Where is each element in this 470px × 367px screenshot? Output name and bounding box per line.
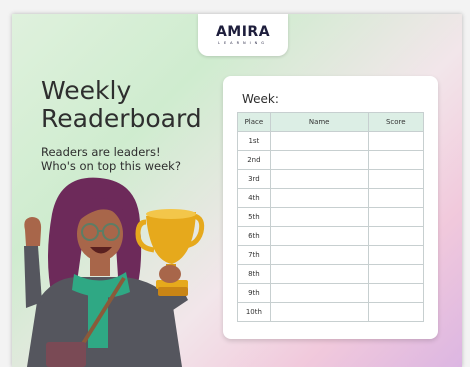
name-cell[interactable] <box>269 245 369 265</box>
score-cell[interactable] <box>367 302 425 322</box>
table-row: 6th <box>237 226 425 246</box>
name-cell[interactable] <box>269 207 369 227</box>
subtitle-line-2: Who's on top this week? <box>41 159 181 173</box>
score-cell[interactable] <box>367 264 425 284</box>
column-header-name: Name <box>269 112 369 132</box>
leaderboard-card: Week: Place Name Score 1st 2nd 3rd 4th 5… <box>223 76 438 339</box>
table-row: 3rd <box>237 169 425 189</box>
place-cell: 7th <box>237 245 271 265</box>
score-cell[interactable] <box>367 131 425 151</box>
place-cell: 6th <box>237 226 271 246</box>
table-row: 10th <box>237 302 425 322</box>
right-hand <box>159 265 181 283</box>
name-cell[interactable] <box>269 150 369 170</box>
score-cell[interactable] <box>367 207 425 227</box>
title-line-1: Weekly <box>41 76 132 105</box>
table-row: 7th <box>237 245 425 265</box>
page-title: Weekly Readerboard <box>41 77 202 133</box>
week-label: Week: <box>242 92 279 106</box>
left-arm <box>24 246 42 308</box>
title-line-2: Readerboard <box>41 104 202 133</box>
left-fist <box>24 217 42 246</box>
table-row: 4th <box>237 188 425 208</box>
score-cell[interactable] <box>367 245 425 265</box>
name-cell[interactable] <box>269 283 369 303</box>
bag <box>46 342 86 367</box>
name-cell[interactable] <box>269 169 369 189</box>
place-cell: 4th <box>237 188 271 208</box>
brand-logo: AMIRA LEARNING <box>198 14 288 56</box>
place-cell: 2nd <box>237 150 271 170</box>
place-cell: 10th <box>237 302 271 322</box>
page-subtitle: Readers are leaders! Who's on top this w… <box>41 145 181 173</box>
table-row: 8th <box>237 264 425 284</box>
name-cell[interactable] <box>269 302 369 322</box>
place-cell: 3rd <box>237 169 271 189</box>
score-cell[interactable] <box>367 283 425 303</box>
column-header-score: Score <box>367 112 425 132</box>
name-cell[interactable] <box>269 226 369 246</box>
table-row: 9th <box>237 283 425 303</box>
place-cell: 8th <box>237 264 271 284</box>
score-cell[interactable] <box>367 226 425 246</box>
name-cell[interactable] <box>269 131 369 151</box>
table-row: 1st <box>237 131 425 151</box>
place-cell: 5th <box>237 207 271 227</box>
score-cell[interactable] <box>367 150 425 170</box>
readerboard-page: AMIRA LEARNING Weekly Readerboard Reader… <box>12 14 462 367</box>
table-header-row: Place Name Score <box>237 112 425 132</box>
subtitle-line-1: Readers are leaders! <box>41 145 161 159</box>
place-cell: 9th <box>237 283 271 303</box>
table-row: 5th <box>237 207 425 227</box>
score-cell[interactable] <box>367 188 425 208</box>
column-header-place: Place <box>237 112 271 132</box>
score-cell[interactable] <box>367 169 425 189</box>
name-cell[interactable] <box>269 188 369 208</box>
girl-with-trophy-illustration <box>24 177 205 367</box>
name-cell[interactable] <box>269 264 369 284</box>
brand-name: AMIRA <box>215 24 271 40</box>
place-cell: 1st <box>237 131 271 151</box>
brand-tagline: LEARNING <box>218 41 268 45</box>
table-row: 2nd <box>237 150 425 170</box>
leaderboard-table: Place Name Score 1st 2nd 3rd 4th 5th 6th… <box>237 112 425 322</box>
